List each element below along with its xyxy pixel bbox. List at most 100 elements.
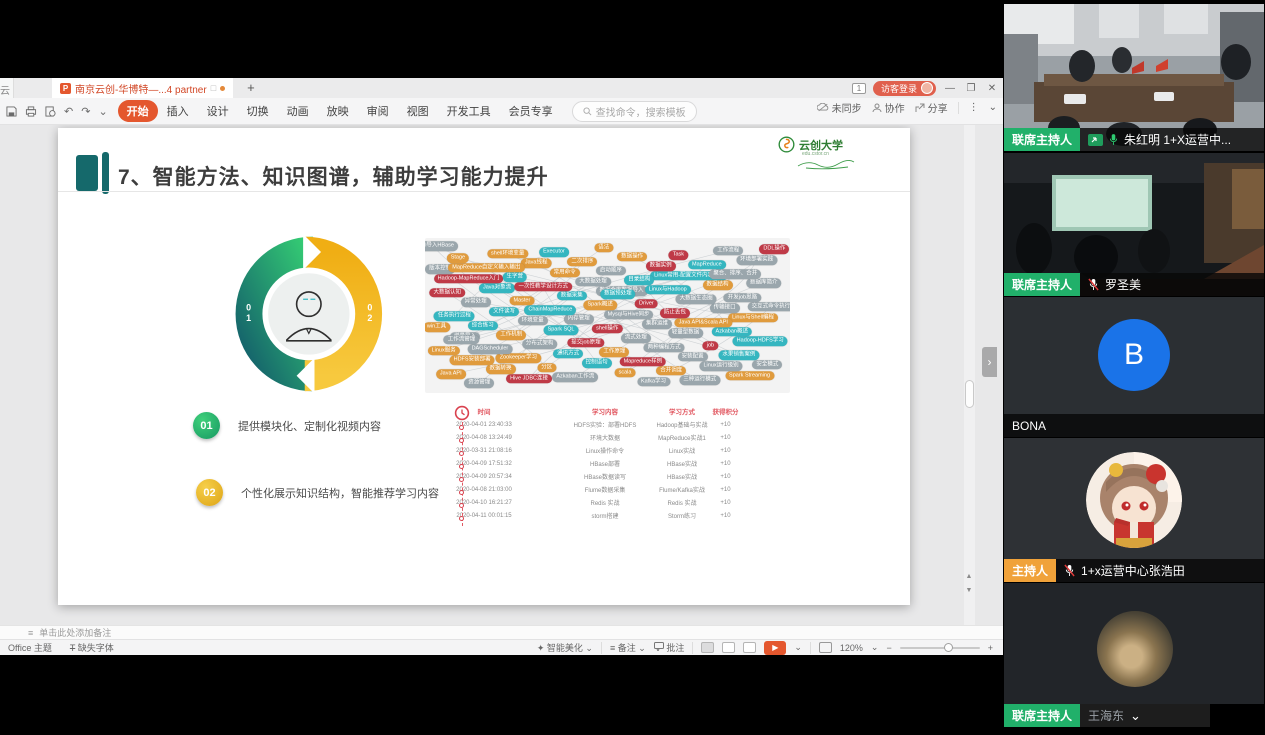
minimize-button[interactable]: — <box>943 83 957 94</box>
background-tab-fragment[interactable]: 云 <box>0 78 14 98</box>
notes-toggle-button[interactable]: ≡ 备注 ⌄ <box>610 641 646 654</box>
fit-slide-icon[interactable] <box>819 642 832 653</box>
graph-node[interactable]: 轻量型数据 <box>668 329 704 339</box>
graph-node[interactable]: 三种运行模式 <box>679 376 720 386</box>
graph-node[interactable]: 传输接口 <box>710 304 740 314</box>
graph-node[interactable]: 启动顺序 <box>596 266 626 276</box>
graph-node[interactable]: Java API <box>436 369 466 379</box>
graph-node[interactable]: Master <box>510 296 535 306</box>
zoom-in-button[interactable]: + <box>988 643 993 653</box>
graph-node[interactable]: ChainMapReduce <box>524 305 576 315</box>
graph-node[interactable]: 工作机制 <box>496 330 526 340</box>
graph-node[interactable]: Linux与Hadoop <box>645 285 691 295</box>
restore-button[interactable]: ❐ <box>964 83 978 94</box>
close-button[interactable]: ✕ <box>985 83 999 94</box>
graph-node[interactable]: 分区 <box>537 363 556 373</box>
graph-node[interactable]: MapReduce自定义输入输出 <box>448 263 524 273</box>
graph-node[interactable]: 任务执行过程 <box>434 312 475 322</box>
menu-tab-2[interactable]: 设计 <box>198 100 238 122</box>
zoom-slider-knob[interactable] <box>944 643 953 652</box>
knowledge-graph[interactable]: Mysql导入HBase数据仓库数据导入增量导入Kafka学习Java对象流轻量… <box>425 238 790 393</box>
graph-node[interactable]: Stage <box>447 254 469 264</box>
document-tab[interactable]: P 南京云创-华博特—...4 partner □ <box>52 78 233 98</box>
graph-node[interactable]: Mapreduce样例 <box>620 357 667 367</box>
graph-node[interactable]: 交互式命令执行 <box>748 302 790 312</box>
graph-node[interactable]: 开发job思路 <box>724 293 761 303</box>
graph-node[interactable]: 工作原理 <box>599 347 629 357</box>
graph-node[interactable]: Linux服务 <box>428 346 460 356</box>
zoom-slider[interactable] <box>900 647 980 649</box>
save-icon[interactable] <box>6 106 17 117</box>
graph-node[interactable]: 大数据生态圈 <box>676 294 717 304</box>
menu-tab-0[interactable]: 开始 <box>118 100 158 122</box>
graph-node[interactable]: Mysql导入HBase <box>425 241 458 251</box>
graph-node[interactable]: shell环境变量 <box>487 249 528 259</box>
graph-node[interactable]: Azkaban工作流 <box>552 372 598 382</box>
ai-beautify-button[interactable]: ✦ 智能美化 ⌄ <box>537 641 593 654</box>
graph-node[interactable]: Mysql与Hive同步 <box>604 310 654 320</box>
next-slide-button[interactable]: ▼ <box>965 587 973 595</box>
graph-node[interactable]: 通讯方式 <box>553 349 583 359</box>
graph-node[interactable]: 提交job原理 <box>567 338 604 348</box>
graph-node[interactable]: Java线程 <box>521 258 552 268</box>
graph-node[interactable]: Spark概述 <box>583 301 616 311</box>
graph-node[interactable]: Linux与Shell编程 <box>728 313 778 323</box>
graph-node[interactable]: DDL操作 <box>759 244 789 254</box>
graph-node[interactable]: scala <box>615 368 636 378</box>
graph-node[interactable]: DAGScheduler <box>468 344 513 354</box>
graph-node[interactable]: job <box>703 341 718 351</box>
graph-node[interactable]: 生字营 <box>503 272 528 282</box>
pin-icon[interactable]: □ <box>211 83 216 93</box>
more-menu-icon[interactable]: ⋮ <box>969 102 979 113</box>
video-tile-4[interactable]: 主持人 1+x运营中心张浩田 <box>1004 438 1264 582</box>
graph-node[interactable]: 环境部署实践 <box>736 255 777 265</box>
graph-node[interactable]: 数据预处理 <box>600 290 636 300</box>
graph-node[interactable]: 数据采集 <box>557 291 587 301</box>
video-tile-3[interactable]: B BONA <box>1004 297 1264 437</box>
graph-node[interactable]: 数据实例 <box>646 262 676 272</box>
graph-node[interactable]: 大数据处理 <box>575 277 611 287</box>
zoom-level[interactable]: 120% <box>840 643 863 653</box>
graph-node[interactable]: MapReduce <box>688 260 726 270</box>
graph-node[interactable]: 数据库简介 <box>746 279 782 289</box>
normal-view-button[interactable] <box>701 642 714 653</box>
menu-tab-5[interactable]: 放映 <box>318 100 358 122</box>
graph-node[interactable]: 数据结构 <box>703 280 733 290</box>
graph-node[interactable]: 综合练习 <box>468 321 498 331</box>
graph-node[interactable]: Hadoop-HDFS学习 <box>733 337 788 347</box>
graph-node[interactable]: win工具 <box>425 322 450 332</box>
share-button[interactable]: 分享 <box>915 100 948 115</box>
print-preview-icon[interactable] <box>45 106 56 117</box>
menu-tab-8[interactable]: 开发工具 <box>438 100 500 122</box>
scrollbar-thumb[interactable] <box>965 380 974 408</box>
notes-bar[interactable]: ≡ 单击此处添加备注 <box>0 625 1003 639</box>
graph-node[interactable]: 防止丢包 <box>660 308 690 318</box>
graph-node[interactable]: 资源管理 <box>464 379 494 389</box>
collaborate-button[interactable]: 协作 <box>872 100 905 115</box>
graph-node[interactable]: 合并调度 <box>656 366 686 376</box>
graph-node[interactable]: 目录结构 <box>624 276 654 286</box>
slide-title[interactable]: 7、智能方法、知识图谱，辅助学习能力提升 <box>118 161 549 191</box>
graph-node[interactable]: 一次性教学设计方式 <box>514 282 572 292</box>
graph-node[interactable]: Executor <box>539 247 569 257</box>
graph-node[interactable]: 工作流管理 <box>444 335 480 345</box>
graph-node[interactable]: 数据转换 <box>486 365 516 375</box>
graph-node[interactable]: Hive JDBC连接 <box>506 374 552 384</box>
graph-node[interactable]: 安装配置 <box>678 352 708 362</box>
graph-node[interactable]: 内存管理 <box>564 315 594 325</box>
menu-tab-6[interactable]: 审阅 <box>358 100 398 122</box>
menu-tab-3[interactable]: 切换 <box>238 100 278 122</box>
theme-label[interactable]: Office 主题 <box>8 641 52 654</box>
print-icon[interactable] <box>25 106 37 117</box>
graph-node[interactable]: 集群运维 <box>642 319 672 329</box>
slideshow-play-button[interactable]: ▶ <box>764 641 786 655</box>
graph-node[interactable]: 分布式架构 <box>522 340 558 350</box>
graph-node[interactable]: Driver <box>635 299 658 309</box>
menu-tab-1[interactable]: 插入 <box>158 100 198 122</box>
graph-node[interactable]: Hadoop-MapReduce入门 <box>434 274 504 284</box>
graph-node[interactable]: 大数据认知 <box>429 288 465 298</box>
zoom-out-button[interactable]: − <box>886 643 891 653</box>
video-tile-5[interactable]: 联席主持人 王海东 ⌄ <box>1004 583 1264 727</box>
graph-node[interactable]: 数据操作 <box>617 252 647 262</box>
graph-node[interactable]: Azkaban概述 <box>712 327 752 337</box>
